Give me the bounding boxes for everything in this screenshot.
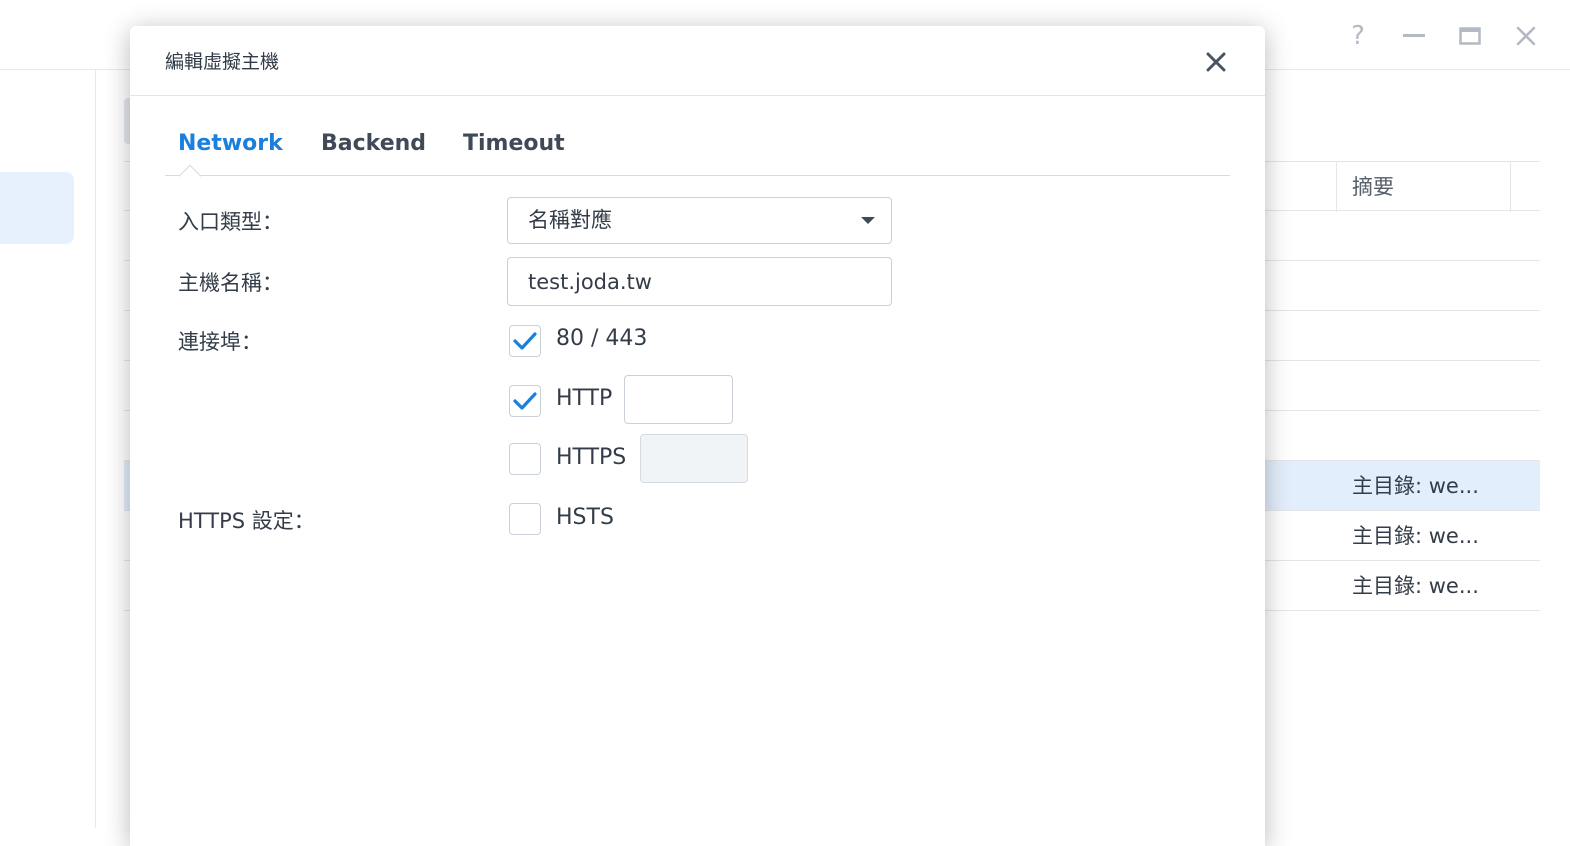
checkmark-icon xyxy=(513,392,537,410)
tab-backend[interactable]: Backend xyxy=(321,122,426,176)
https-settings-label: HTTPS 設定： xyxy=(178,509,315,533)
https-port-input xyxy=(640,434,748,483)
row-summary: 主目錄: we... xyxy=(1352,474,1479,498)
port-80-443-checkbox[interactable] xyxy=(509,325,541,357)
checkmark-icon xyxy=(513,332,537,350)
hsts-label: HSTS xyxy=(556,505,614,530)
port-80-443-label: 80 / 443 xyxy=(556,326,648,351)
help-icon[interactable]: ? xyxy=(1330,18,1386,54)
row-summary: 主目錄: we... xyxy=(1352,524,1479,548)
dialog-tabs: Network Backend Timeout xyxy=(165,122,1230,176)
hostname-label: 主機名稱： xyxy=(178,271,283,295)
http-port-input[interactable] xyxy=(624,375,733,424)
close-icon[interactable] xyxy=(1498,18,1554,54)
window-controls: ? xyxy=(1330,18,1554,54)
hostname-input[interactable] xyxy=(507,257,892,306)
sidebar-divider xyxy=(95,70,96,828)
minimize-icon[interactable] xyxy=(1386,18,1442,54)
entry-type-value: 名稱對應 xyxy=(528,208,612,232)
dialog-title: 編輯虛擬主機 xyxy=(165,51,280,73)
column-separator xyxy=(1510,162,1511,212)
https-label: HTTPS xyxy=(556,445,627,470)
entry-type-label: 入口類型： xyxy=(178,210,283,234)
https-checkbox[interactable] xyxy=(509,443,541,475)
maximize-icon[interactable] xyxy=(1442,18,1498,54)
edit-virtual-host-dialog: 編輯虛擬主機 Network Backend Timeout 入口類型： 名稱對… xyxy=(130,26,1265,846)
chevron-down-icon xyxy=(861,217,875,224)
tab-timeout[interactable]: Timeout xyxy=(463,122,565,176)
hsts-checkbox[interactable] xyxy=(509,503,541,535)
entry-type-select[interactable]: 名稱對應 xyxy=(507,197,892,244)
port-label: 連接埠： xyxy=(178,330,262,354)
column-header-summary[interactable]: 摘要 xyxy=(1352,162,1394,212)
http-label: HTTP xyxy=(556,386,613,411)
http-checkbox[interactable] xyxy=(509,385,541,417)
sidebar-item-selected[interactable] xyxy=(0,172,74,244)
dialog-header: 編輯虛擬主機 xyxy=(130,26,1265,96)
dialog-close-icon[interactable] xyxy=(1200,46,1232,78)
column-separator xyxy=(1336,162,1337,212)
row-summary: 主目錄: we... xyxy=(1352,574,1479,598)
